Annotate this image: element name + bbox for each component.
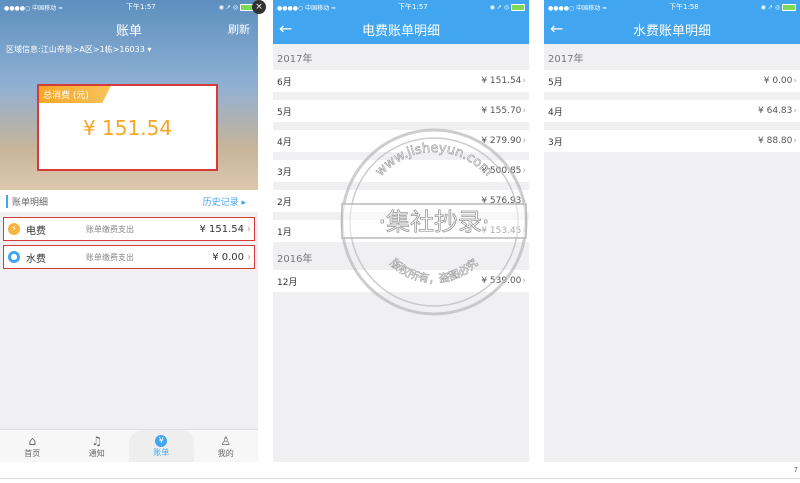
user-icon: ♙ <box>220 433 232 448</box>
chevron-right-icon: › <box>247 223 251 235</box>
chevron-right-icon: › <box>793 76 797 86</box>
battery-icon <box>510 3 525 11</box>
list-item[interactable]: 1月 ¥ 153.45› <box>273 220 529 242</box>
water-drop-icon: ● <box>8 251 20 263</box>
bell-icon: ♫ <box>91 433 103 448</box>
bill-name: 水费 <box>26 253 46 265</box>
status-time: 下午1:58 <box>669 3 699 11</box>
section-title: 账单明细 <box>6 194 48 208</box>
status-time: 下午1:57 <box>126 3 156 11</box>
list-item[interactable]: 5月 ¥ 155.70› <box>273 100 529 122</box>
nav-bar: ← 电费账单明细 <box>273 14 529 44</box>
list-item[interactable]: 2月 ¥ 576.93› <box>273 190 529 212</box>
bill-value: ¥ 151.54 <box>199 223 244 235</box>
chevron-right-icon: › <box>522 276 526 286</box>
tab-label: 账单 <box>153 447 170 457</box>
chevron-right-icon: › <box>522 106 526 116</box>
status-bar: ●●●●○ 中国移动 ≈ 下午1:58 ◉ ↗ ◎ <box>544 0 800 14</box>
region-selector[interactable]: 区域信息:江山帝景>A区>1栋>16033 ▾ <box>6 44 151 55</box>
carrier-label: ●●●●○ 中国移动 ≈ <box>4 4 64 12</box>
status-time: 下午1:57 <box>398 3 428 11</box>
chevron-right-icon: › <box>522 76 526 86</box>
list-item[interactable]: 4月 ¥ 279.90› <box>273 130 529 152</box>
chevron-right-icon: › <box>247 251 251 263</box>
tab-mine[interactable]: ♙ 我的 <box>194 430 259 462</box>
chevron-right-icon: › <box>793 106 797 116</box>
battery-icon <box>781 3 796 11</box>
bill-row-electricity[interactable]: ⚡ 电费 账单缴费支出 ¥ 151.54 › <box>3 217 255 241</box>
list-item[interactable]: 6月 ¥ 151.54› <box>273 70 529 92</box>
bill-desc: 账单缴费支出 <box>86 252 134 262</box>
list-item[interactable]: 3月 ¥ 500.85› <box>273 160 529 182</box>
history-link[interactable]: 历史记录 ▸ <box>203 195 246 208</box>
tab-bar: ⌂ 首页 ♫ 通知 ¥ 账单 ♙ 我的 <box>0 429 258 462</box>
bill-overview-screen: ●●●●○ 中国移动 ≈ 下午1:57 ◉ ↗ ◎ 账单 刷新 区域信息:江山帝… <box>0 0 258 462</box>
page-divider <box>0 478 800 479</box>
back-arrow-icon[interactable]: ← <box>550 21 563 37</box>
bill-value: ¥ 0.00 <box>212 251 244 263</box>
total-amount: ¥ 151.54 <box>82 116 173 140</box>
home-icon: ⌂ <box>28 433 37 448</box>
close-icon[interactable]: × <box>252 0 266 14</box>
lightning-icon: ⚡ <box>8 223 20 235</box>
tab-bill[interactable]: ¥ 账单 <box>129 430 194 462</box>
carrier-label: ●●●●○ 中国移动 ≈ <box>548 4 608 12</box>
status-icons: ◉ ↗ ◎ <box>219 3 254 11</box>
list-item[interactable]: 12月 ¥ 539.00› <box>273 270 529 292</box>
tab-label: 通知 <box>88 448 105 458</box>
page-title: 账单 <box>115 23 142 39</box>
back-arrow-icon[interactable]: ← <box>279 21 292 37</box>
tab-home[interactable]: ⌂ 首页 <box>0 430 65 462</box>
chevron-right-icon: › <box>522 226 526 236</box>
nav-bar: 账单 刷新 <box>0 14 258 44</box>
tab-label: 我的 <box>217 448 234 458</box>
hero-banner: ●●●●○ 中国移动 ≈ 下午1:57 ◉ ↗ ◎ 账单 刷新 区域信息:江山帝… <box>0 0 258 190</box>
bill-desc: 账单缴费支出 <box>86 224 134 234</box>
page-title: 电费账单明细 <box>361 23 440 39</box>
chevron-right-icon: › <box>522 196 526 206</box>
tab-label: 首页 <box>24 448 41 458</box>
bill-detail-header: 账单明细 历史记录 ▸ <box>0 190 258 212</box>
chevron-right-icon: › <box>522 166 526 176</box>
carrier-label: ●●●●○ 中国移动 ≈ <box>277 4 337 12</box>
list-item[interactable]: 5月 ¥ 0.00› <box>544 70 800 92</box>
status-icons: ◉ ↗ ◎ <box>761 3 796 11</box>
total-consumption-card: 总消费 (元) ¥ 151.54 <box>37 84 218 171</box>
bill-name: 电费 <box>26 225 46 237</box>
water-bill-screen: ●●●●○ 中国移动 ≈ 下午1:58 ◉ ↗ ◎ ← 水费账单明细 2017年… <box>544 0 800 462</box>
year-header: 2017年 <box>277 54 313 65</box>
year-header: 2016年 <box>277 254 313 265</box>
page-number: 7 <box>793 466 798 474</box>
total-label: 总消费 (元) <box>39 86 111 103</box>
nav-bar: ← 水费账单明细 <box>544 14 800 44</box>
status-bar: ●●●●○ 中国移动 ≈ 下午1:57 ◉ ↗ ◎ <box>273 0 529 14</box>
list-item[interactable]: 4月 ¥ 64.83› <box>544 100 800 122</box>
tab-notice[interactable]: ♫ 通知 <box>65 430 130 462</box>
chevron-right-icon: › <box>522 136 526 146</box>
bill-icon: ¥ <box>155 434 168 447</box>
bill-row-water[interactable]: ● 水费 账单缴费支出 ¥ 0.00 › <box>3 245 255 269</box>
status-bar: ●●●●○ 中国移动 ≈ 下午1:57 ◉ ↗ ◎ <box>0 0 258 14</box>
refresh-button[interactable]: 刷新 <box>228 21 250 37</box>
page-title: 水费账单明细 <box>632 23 711 39</box>
chevron-right-icon: › <box>793 136 797 146</box>
list-item[interactable]: 3月 ¥ 88.80› <box>544 130 800 152</box>
year-header: 2017年 <box>548 54 584 65</box>
electricity-bill-screen: ●●●●○ 中国移动 ≈ 下午1:57 ◉ ↗ ◎ ← 电费账单明细 2017年… <box>273 0 529 462</box>
status-icons: ◉ ↗ ◎ <box>490 3 525 11</box>
